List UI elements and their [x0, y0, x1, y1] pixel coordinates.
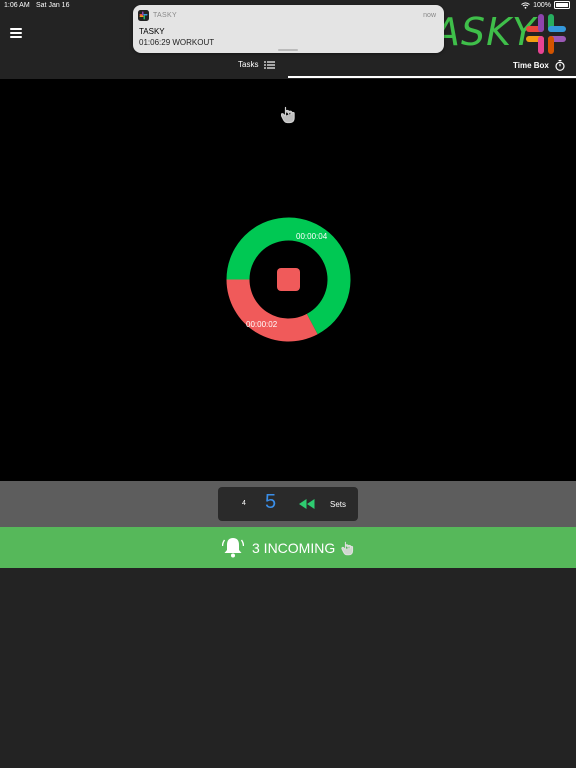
bell-icon — [222, 538, 244, 558]
battery-percent: 100% — [533, 1, 551, 9]
tab-tasks-label: Tasks — [238, 60, 259, 69]
elapsed-green-label: 00:00:04 — [296, 232, 328, 241]
tap-hand-icon — [341, 541, 354, 556]
tap-hand-icon — [281, 106, 295, 124]
hamburger-menu-icon[interactable] — [10, 28, 22, 38]
sets-current-count: 5 — [265, 491, 277, 513]
stop-button[interactable] — [277, 268, 300, 291]
sets-previous-count: 4 — [242, 500, 246, 507]
status-time: 1:06 AM — [4, 2, 30, 9]
app-logo-text: ASKY — [434, 10, 537, 54]
notification-title: TASKY — [139, 27, 165, 36]
notification-banner[interactable]: TASKY now TASKY 01:06:29 WORKOUT — [133, 5, 444, 53]
elapsed-red-segment — [226, 279, 318, 342]
notification-app-name: TASKY — [153, 12, 177, 19]
list-icon — [264, 60, 276, 69]
battery-icon — [554, 1, 570, 9]
status-date: Sat Jan 16 — [36, 2, 70, 9]
active-tab-indicator — [288, 76, 576, 78]
status-indicators: 100% — [521, 1, 570, 9]
tab-time-box[interactable]: Time Box — [513, 60, 565, 71]
elapsed-red-label: 00:00:02 — [246, 320, 278, 329]
sets-label: Sets — [330, 500, 347, 509]
incoming-count-text: 3 INCOMING — [252, 540, 336, 556]
rewind-icon[interactable] — [299, 499, 315, 509]
wifi-icon — [521, 1, 530, 9]
notification-body: 01:06:29 WORKOUT — [139, 38, 215, 47]
app-logo-icon — [526, 14, 566, 54]
tab-time-box-label: Time Box — [513, 61, 549, 70]
notification-time: now — [423, 12, 436, 19]
stopwatch-icon — [555, 60, 565, 71]
notification-handle — [278, 49, 298, 51]
tasky-app-icon — [138, 10, 149, 21]
tab-tasks[interactable]: Tasks — [238, 60, 276, 69]
